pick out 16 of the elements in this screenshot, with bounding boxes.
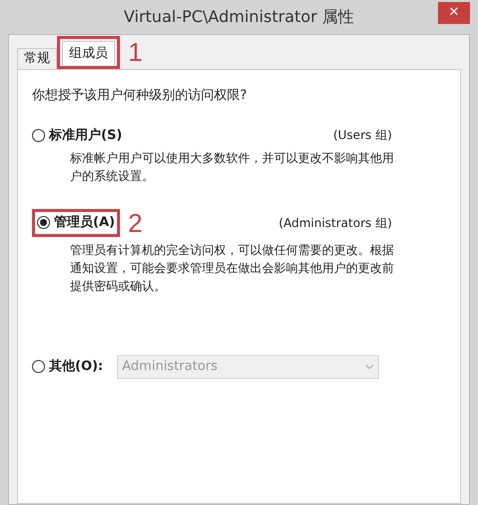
option-label[interactable]: 管理员(A)	[54, 213, 115, 232]
tab[interactable]: 常规	[17, 48, 57, 69]
radio-button[interactable]	[32, 128, 45, 142]
step-number: 2	[128, 210, 142, 236]
tab[interactable]: 组成员	[62, 41, 115, 65]
radio-button[interactable]	[37, 216, 50, 230]
step-number: 1	[128, 39, 142, 66]
question-text: 你想授予该用户何种级别的访问权限?	[32, 87, 248, 105]
group-label: (Administrators 组)	[278, 214, 392, 232]
chevron-down-icon	[365, 364, 374, 370]
option-description: 标准帐户用户可以使用大多数软件，并可以更改不影响其他用户的系统设置。	[70, 150, 395, 185]
option-description: 管理员有计算机的完全访问权，可以做任何需要的更改。根据通知设置，可能会要求管理员在做出会影响其他用户的更改前提供密码或确认。	[70, 242, 395, 294]
option-label[interactable]: 标准用户(S)	[49, 126, 122, 145]
window-title: Virtual-PC\Administrator 属性	[124, 6, 354, 28]
close-button[interactable]: ✕	[438, 2, 470, 24]
group-label: (Users 组)	[333, 127, 392, 144]
